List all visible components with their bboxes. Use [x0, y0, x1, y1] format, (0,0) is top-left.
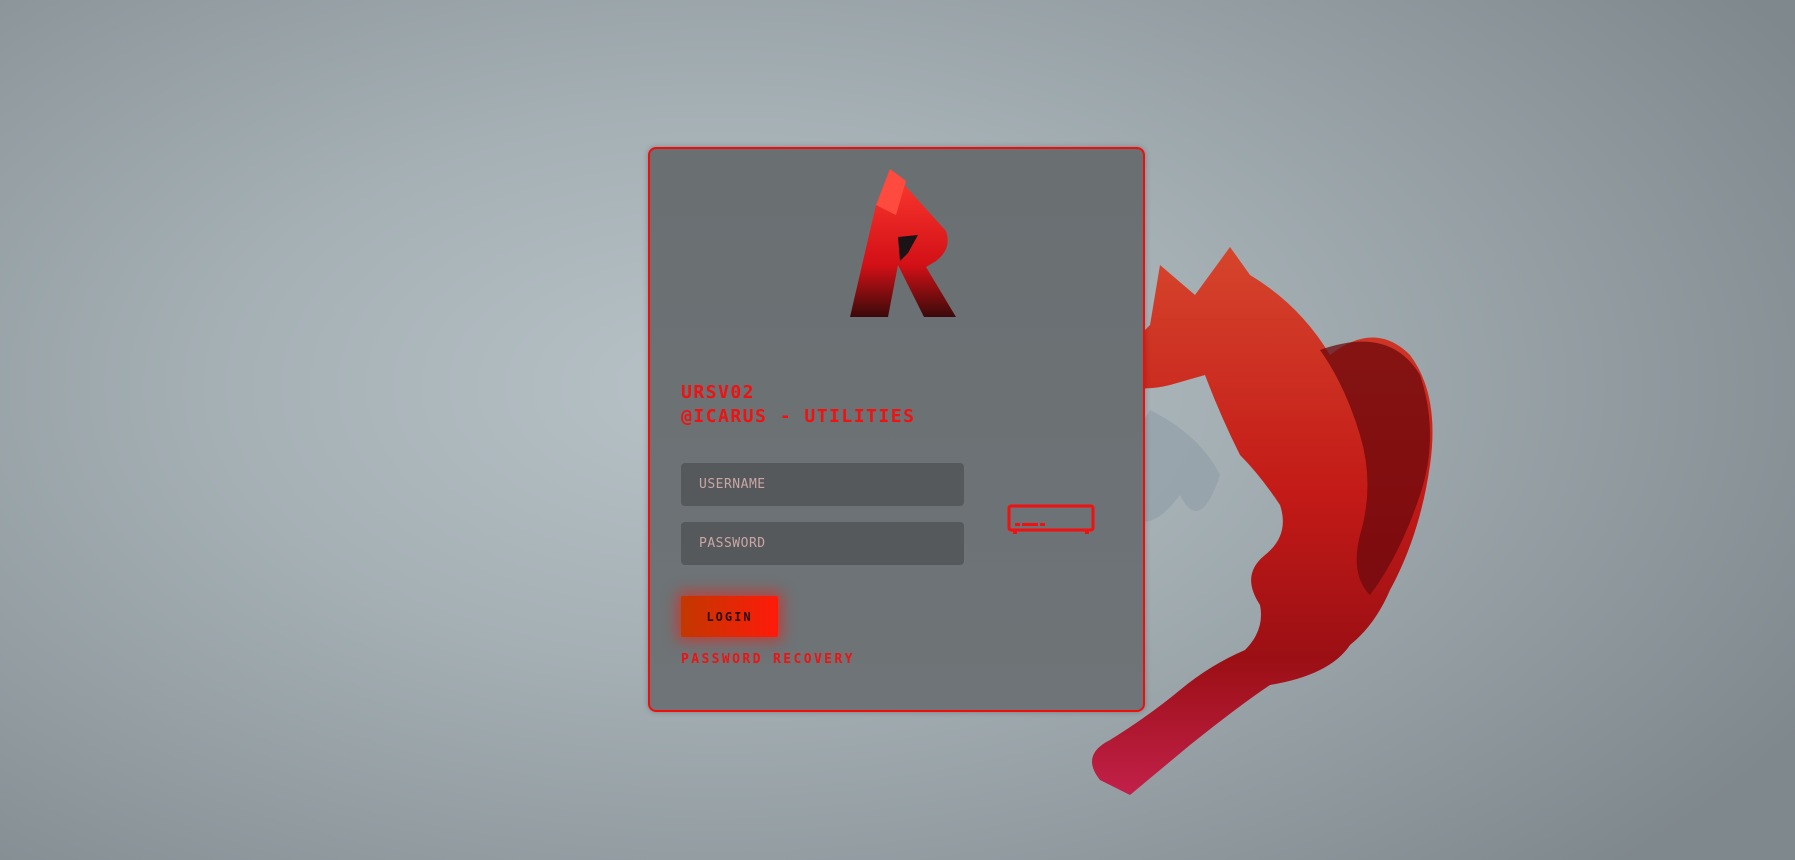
login-panel: URSV02 @ICARUS - UTILITIES LOGIN PASSWOR…: [648, 147, 1145, 712]
app-subtitle: @ICARUS - UTILITIES: [681, 406, 916, 427]
login-button[interactable]: LOGIN: [681, 596, 778, 637]
app-title: URSV02: [681, 382, 756, 403]
password-recovery-link[interactable]: PASSWORD RECOVERY: [681, 652, 855, 667]
keyboard-icon[interactable]: [1007, 504, 1095, 534]
username-field[interactable]: [681, 463, 964, 506]
r-letter-logo-icon: [850, 169, 956, 317]
fox-illustration: [1092, 247, 1433, 795]
password-field[interactable]: [681, 522, 964, 565]
